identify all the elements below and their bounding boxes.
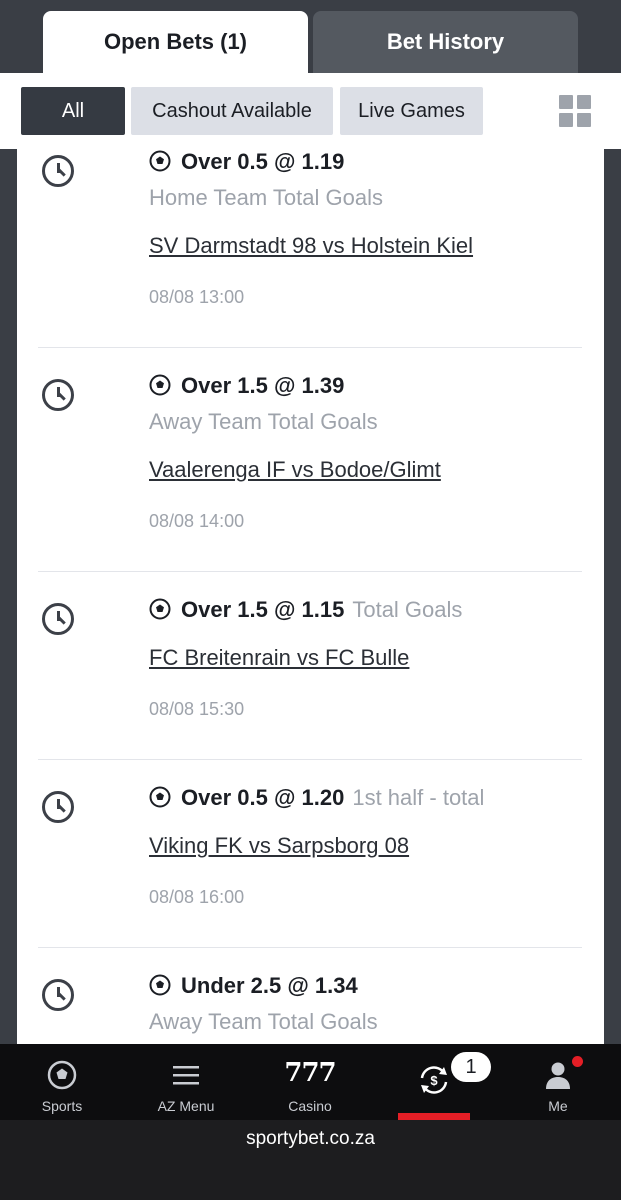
nav-me-label: Me — [548, 1098, 568, 1114]
soccer-ball-icon — [149, 150, 171, 172]
tab-bet-history[interactable]: Bet History — [313, 11, 578, 73]
bet-datetime: 08/08 15:30 — [149, 699, 245, 719]
divider — [38, 759, 582, 760]
hamburger-menu-icon — [173, 1066, 199, 1085]
soccer-ball-icon — [47, 1060, 77, 1090]
casino-777-icon: 777 — [284, 1058, 336, 1088]
bet-match-link[interactable]: Viking FK vs Sarpsborg 08 — [149, 833, 409, 859]
divider — [38, 571, 582, 572]
clock-icon — [42, 603, 74, 635]
nav-casino-label: Casino — [288, 1098, 332, 1114]
bet-match-link[interactable]: Vaalerenga IF vs Bodoe/Glimt — [149, 457, 441, 483]
bet-selection-line: Under 2.5 @ 1.34 — [149, 973, 358, 999]
bet-selection-line: Over 1.5 @ 1.15 Total Goals — [149, 597, 462, 623]
svg-text:$: $ — [430, 1073, 438, 1088]
bet-tabs: Open Bets (1) Bet History — [0, 0, 621, 73]
open-bets-count-badge: 1 — [451, 1052, 491, 1082]
url-text: sportybet.co.za — [246, 1128, 375, 1149]
bet-selection: Under 2.5 @ 1.34 — [181, 973, 358, 998]
bet-datetime: 08/08 14:00 — [149, 511, 245, 531]
clock-icon — [42, 155, 74, 187]
bet-match-link[interactable]: FC Breitenrain vs FC Bulle — [149, 645, 409, 671]
soccer-ball-icon — [149, 598, 171, 620]
clock-icon — [42, 791, 74, 823]
divider — [38, 347, 582, 348]
user-icon — [546, 1062, 570, 1089]
bet-market: 1st half - total — [352, 785, 485, 810]
nav-me[interactable]: Me — [496, 1044, 620, 1120]
bet-selection-line: Over 0.5 @ 1.20 1st half - total — [149, 785, 484, 811]
bet-datetime: 08/08 13:00 — [149, 287, 245, 307]
bet-market: Away Team Total Goals — [149, 1009, 378, 1034]
bet-selection-line: Over 1.5 @ 1.39 — [149, 373, 344, 399]
divider — [38, 947, 582, 948]
soccer-ball-icon — [149, 974, 171, 996]
bet-market: Away Team Total Goals — [149, 409, 378, 434]
tab-open-bets[interactable]: Open Bets (1) — [43, 11, 308, 73]
clock-icon — [42, 379, 74, 411]
notification-dot — [572, 1056, 583, 1067]
nav-active-indicator — [398, 1113, 470, 1120]
grid-view-icon[interactable] — [559, 95, 591, 127]
soccer-ball-icon — [149, 786, 171, 808]
nav-sports[interactable]: Sports — [0, 1044, 124, 1120]
bet-match-link[interactable]: SV Darmstadt 98 vs Holstein Kiel — [149, 233, 473, 259]
open-bets-list: Over 0.5 @ 1.19 Home Team Total Goals SV… — [17, 149, 604, 1044]
bet-selection: Over 0.5 @ 1.20 — [181, 785, 345, 810]
filter-cashout-available-button[interactable]: Cashout Available — [131, 87, 333, 135]
nav-az-menu[interactable]: AZ Menu — [124, 1044, 248, 1120]
nav-casino[interactable]: 777 Casino — [248, 1044, 372, 1120]
bet-selection: Over 1.5 @ 1.15 — [181, 597, 345, 622]
bet-market: Home Team Total Goals — [149, 185, 383, 210]
bet-selection-line: Over 0.5 @ 1.19 — [149, 149, 344, 175]
bet-market: Total Goals — [352, 597, 463, 622]
filter-bar: All Cashout Available Live Games — [0, 73, 621, 149]
filter-all-button[interactable]: All — [21, 87, 125, 135]
nav-sports-label: Sports — [41, 1098, 83, 1114]
open-bets-cashout-icon: $ — [420, 1066, 448, 1094]
nav-az-menu-label: AZ Menu — [157, 1098, 215, 1114]
browser-url-bar[interactable]: sportybet.co.za — [0, 1120, 621, 1200]
filter-live-games-button[interactable]: Live Games — [340, 87, 483, 135]
bottom-nav: Sports AZ Menu 777 Casino $ Me — [0, 1044, 621, 1120]
bet-datetime: 08/08 16:00 — [149, 887, 245, 907]
soccer-ball-icon — [149, 374, 171, 396]
bet-selection: Over 0.5 @ 1.19 — [181, 149, 345, 174]
bet-selection: Over 1.5 @ 1.39 — [181, 373, 345, 398]
clock-icon — [42, 979, 74, 1011]
